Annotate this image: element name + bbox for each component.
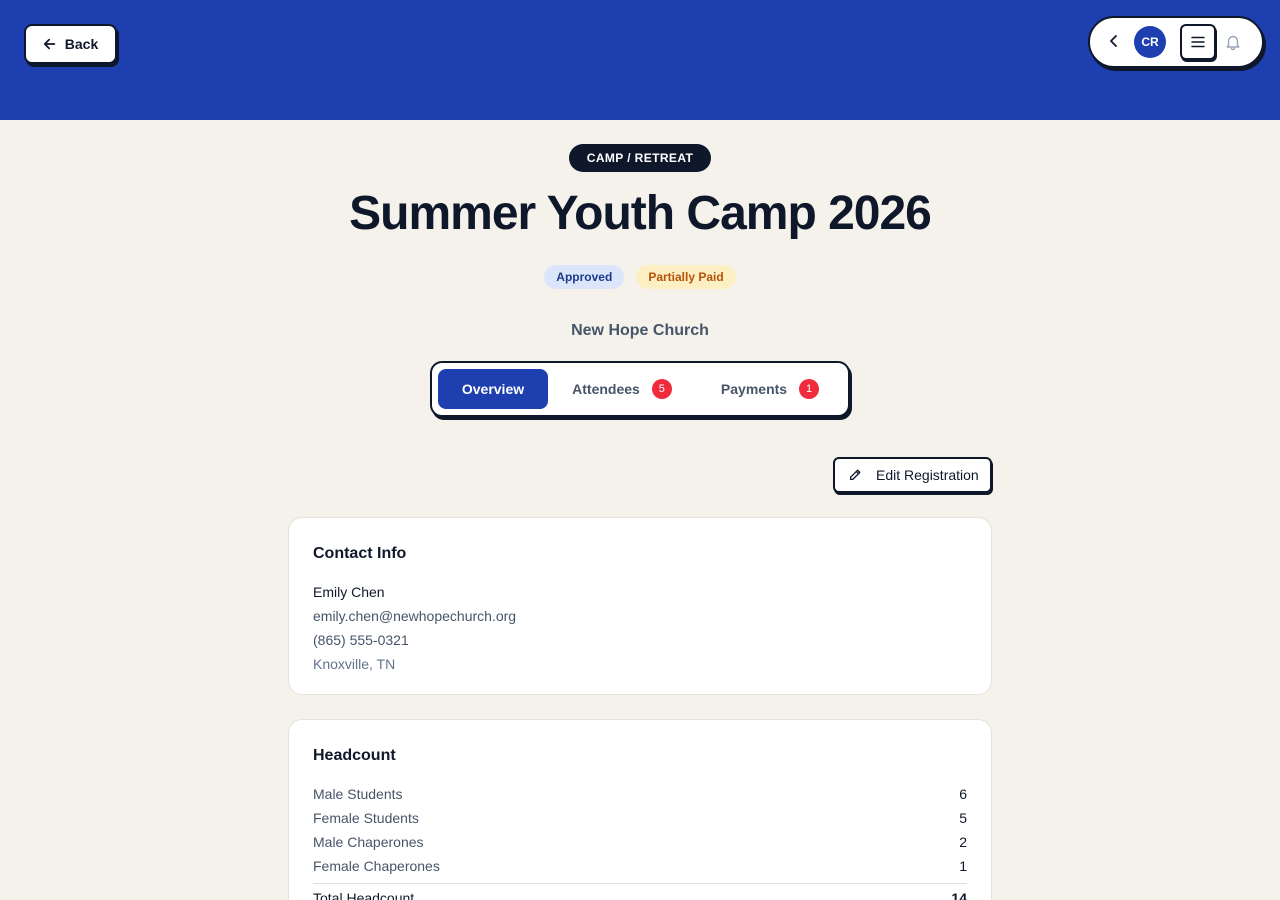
contact-info-heading: Contact Info xyxy=(313,545,407,562)
pencil-icon xyxy=(849,469,861,481)
contact-email: emily.chen@newhopechurch.org xyxy=(313,608,517,624)
tab-payments[interactable]: Payments 1 xyxy=(708,369,832,409)
headcount-row: Female Students 5 xyxy=(313,806,967,830)
bell-icon[interactable] xyxy=(1224,33,1242,51)
headcount-value: 5 xyxy=(959,810,967,826)
contact-location: Knoxville, TN xyxy=(313,656,396,672)
tab-attendees[interactable]: Attendees 5 xyxy=(560,369,684,409)
status-badges: Approved Partially Paid xyxy=(0,265,1280,289)
chevron-left-icon[interactable] xyxy=(1106,33,1122,49)
headcount-value: 2 xyxy=(959,834,967,850)
headcount-row: Female Chaperones 1 xyxy=(313,854,967,878)
contact-info-card: Contact Info Emily Chen emily.chen@newho… xyxy=(288,517,992,695)
contact-name: Emily Chen xyxy=(313,584,385,600)
headcount-card: Headcount Male Students 6 Female Student… xyxy=(288,719,992,900)
arrow-left-icon xyxy=(43,38,56,50)
headcount-label: Female Chaperones xyxy=(313,858,440,874)
tab-bar: Overview Attendees 5 Payments 1 xyxy=(430,361,850,417)
contact-phone: (865) 555-0321 xyxy=(313,632,409,648)
top-banner: Back CR xyxy=(0,0,1280,120)
attendees-count-badge: 5 xyxy=(651,379,672,399)
payment-status-badge: Partially Paid xyxy=(636,265,736,289)
headcount-heading: Headcount xyxy=(313,747,396,764)
edit-registration-button[interactable]: Edit Registration xyxy=(833,457,992,493)
headcount-total-label: Total Headcount xyxy=(313,890,415,900)
payments-count-badge: 1 xyxy=(799,379,820,399)
tab-label: Payments xyxy=(720,381,788,397)
tab-label: Attendees xyxy=(572,381,640,397)
headcount-total-row: Total Headcount 14 xyxy=(313,883,967,900)
edit-registration-label: Edit Registration xyxy=(876,467,979,483)
headcount-value: 6 xyxy=(959,786,967,802)
headcount-total-value: 14 xyxy=(951,890,967,900)
hamburger-menu-icon xyxy=(1191,36,1205,48)
user-controls: CR xyxy=(1088,16,1264,68)
headcount-row: Male Students 6 xyxy=(313,782,967,806)
headcount-label: Male Students xyxy=(313,786,403,802)
headcount-row: Male Chaperones 2 xyxy=(313,830,967,854)
menu-button[interactable] xyxy=(1180,24,1216,60)
event-type-badge: CAMP / RETREAT xyxy=(569,144,711,172)
page-title: Summer Youth Camp 2026 xyxy=(349,187,932,240)
tab-label: Overview xyxy=(461,381,525,397)
organization-name: New Hope Church xyxy=(571,322,709,339)
headcount-label: Male Chaperones xyxy=(313,834,424,850)
avatar[interactable]: CR xyxy=(1134,26,1166,58)
headcount-label: Female Students xyxy=(313,810,419,826)
back-button-label: Back xyxy=(64,36,99,52)
headcount-value: 1 xyxy=(959,858,967,874)
approval-status-badge: Approved xyxy=(544,265,625,289)
back-button[interactable]: Back xyxy=(24,24,117,64)
tab-overview[interactable]: Overview xyxy=(438,369,548,409)
